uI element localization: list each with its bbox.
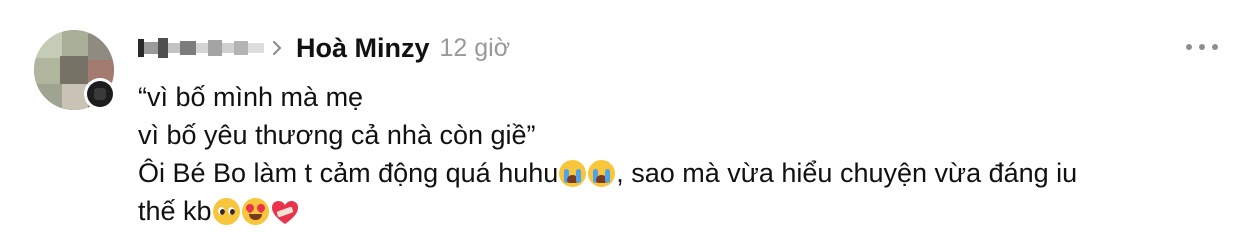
comment-line: “vì bố mình mà mẹ bbox=[138, 78, 1238, 116]
smiling-face-with-heart-eyes-icon bbox=[241, 197, 269, 225]
comment-text: “vì bố mình mà mẹ bbox=[138, 82, 364, 112]
comment-line: vì bố yêu thương cả nhà còn giề” bbox=[138, 116, 1238, 154]
comment-text: vì bố yêu thương cả nhà còn giề” bbox=[138, 120, 536, 150]
comment-text: , sao mà vừa hiểu chuyện vừa đáng iu bbox=[616, 158, 1078, 188]
comment-line: Ôi Bé Bo làm t cảm động quá huhu , sao m… bbox=[138, 154, 1238, 192]
comment-body: “vì bố mình mà mẹ vì bố yêu thương cả nh… bbox=[138, 78, 1238, 230]
more-options-icon[interactable] bbox=[1186, 40, 1218, 54]
mending-heart-icon bbox=[271, 198, 299, 224]
timestamp: 12 giờ bbox=[439, 33, 511, 62]
loudly-crying-face-icon bbox=[559, 159, 587, 187]
masked-username bbox=[138, 37, 264, 59]
comment-text: thế kb bbox=[138, 196, 212, 226]
pleading-face-icon bbox=[212, 197, 240, 225]
author-name[interactable]: Hoà Minzy bbox=[296, 33, 430, 64]
loudly-crying-face-icon bbox=[588, 159, 616, 187]
comment-text: Ôi Bé Bo làm t cảm động quá huhu bbox=[138, 158, 559, 188]
comment-header: Hoà Minzy 12 giờ bbox=[138, 28, 510, 68]
comment-line: thế kb bbox=[138, 192, 1238, 230]
chevron-right-icon bbox=[264, 28, 290, 68]
avatar-badge bbox=[84, 78, 116, 110]
